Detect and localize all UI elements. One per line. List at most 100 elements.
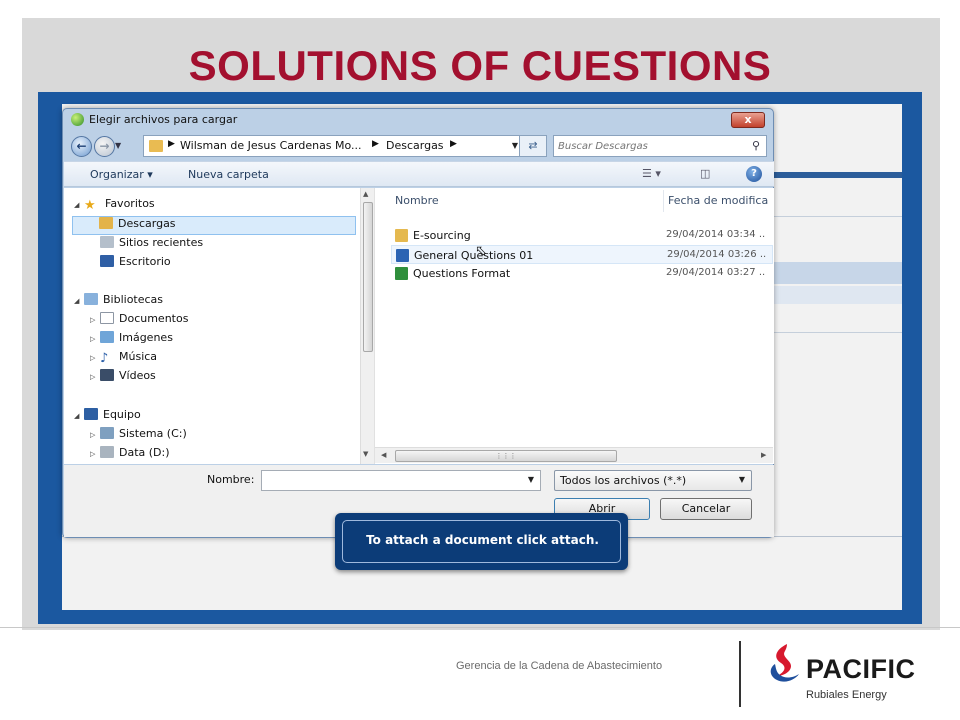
nav-label: Música	[119, 350, 158, 363]
help-icon[interactable]: ?	[746, 166, 762, 182]
callout-border: To attach a document click attach.	[342, 520, 621, 563]
address-dropdown-icon[interactable]: ▼	[512, 141, 518, 150]
expand-triangle-icon[interactable]: ▷	[90, 431, 100, 439]
data-drive-icon	[100, 446, 114, 458]
address-row: ← → ▼ ▶ Wilsman de Jesus Cardenas Mo... …	[63, 133, 773, 159]
scroll-left-icon[interactable]: ◀	[381, 451, 386, 459]
pacific-logo-icon	[770, 644, 799, 682]
address-bar[interactable]: ▶ Wilsman de Jesus Cardenas Mo... ▶ Desc…	[143, 135, 541, 157]
nav-favorites[interactable]: ◢ ★ Favoritos	[74, 197, 155, 216]
dialog-toolbar: Organizar ▾ Nueva carpeta ☰ ▾ ◫ ?	[64, 161, 774, 187]
scroll-down-icon[interactable]: ▼	[363, 450, 368, 458]
expand-triangle-icon[interactable]: ▷	[90, 316, 100, 324]
scroll-up-icon[interactable]: ▲	[363, 190, 368, 198]
file-open-dialog: Elegir archivos para cargar x ← → ▼ ▶ Wi…	[62, 108, 774, 538]
nav-computer[interactable]: ◢ Equipo	[74, 408, 141, 427]
organize-menu[interactable]: Organizar ▾	[90, 168, 153, 181]
nav-desktop[interactable]: Escritorio	[100, 255, 171, 274]
filename-input[interactable]	[262, 472, 512, 491]
collapse-triangle-icon[interactable]: ◢	[74, 201, 84, 209]
expand-triangle-icon[interactable]: ▷	[90, 450, 100, 458]
back-button[interactable]: ←	[71, 136, 92, 157]
recent-locations-dropdown-icon[interactable]: ▼	[115, 141, 121, 150]
callout-text: To attach a document click attach.	[366, 533, 599, 547]
nav-libraries[interactable]: ◢ Bibliotecas	[74, 293, 163, 312]
libraries-icon	[84, 293, 98, 305]
expand-triangle-icon[interactable]: ▷	[90, 354, 100, 362]
excel-document-icon	[395, 267, 408, 280]
folder-icon	[149, 140, 163, 152]
file-type-value: Todos los archivos (*.*)	[560, 474, 687, 487]
scroll-right-icon[interactable]: ▶	[761, 451, 766, 459]
collapse-triangle-icon[interactable]: ◢	[74, 297, 84, 305]
breadcrumb-separator-icon[interactable]: ▶	[450, 139, 457, 149]
nav-recent-places[interactable]: Sitios recientes	[100, 236, 203, 255]
file-row[interactable]: E-sourcing 29/04/2014 03:34 ..	[391, 226, 773, 245]
file-row[interactable]: General Questions 01 29/04/2014 03:26 ..	[391, 245, 773, 264]
scrollbar-thumb[interactable]	[363, 202, 373, 352]
nav-label: Vídeos	[119, 369, 156, 382]
file-type-select[interactable]: Todos los archivos (*.*) ▼	[554, 470, 752, 491]
star-icon: ★	[84, 198, 96, 213]
nav-label: Sistema (C:)	[119, 427, 187, 440]
column-divider[interactable]	[663, 190, 664, 212]
column-header-date[interactable]: Fecha de modifica	[668, 194, 768, 207]
file-name: Questions Format	[413, 267, 511, 280]
nav-data-drive[interactable]: ▷ Data (D:)	[90, 446, 170, 465]
new-folder-button[interactable]: Nueva carpeta	[188, 168, 269, 181]
computer-icon	[84, 408, 98, 420]
mouse-cursor-icon: ⬁	[475, 243, 487, 259]
nav-label: Escritorio	[119, 255, 171, 268]
file-list-horizontal-scrollbar[interactable]: ◀ ⋮⋮⋮ ▶	[375, 447, 773, 463]
file-date: 29/04/2014 03:27 ..	[666, 267, 766, 278]
nav-images[interactable]: ▷ Imágenes	[90, 331, 173, 350]
nav-videos[interactable]: ▷ Vídeos	[90, 369, 156, 388]
preview-pane-icon[interactable]: ◫	[700, 167, 710, 180]
nav-music[interactable]: ▷ ♪ Música	[90, 350, 157, 369]
navigation-pane: ◢ ★ Favoritos Descargas Sitios recientes E…	[64, 188, 374, 465]
nav-label: Sitios recientes	[119, 236, 204, 249]
expand-triangle-icon[interactable]: ▷	[90, 335, 100, 343]
cancel-button[interactable]: Cancelar	[660, 498, 752, 520]
collapse-triangle-icon[interactable]: ◢	[74, 412, 84, 420]
column-header-name[interactable]: Nombre	[395, 194, 439, 207]
logo-name: PACIFIC	[806, 654, 916, 684]
nav-label: Documentos	[119, 312, 189, 325]
breadcrumb-downloads[interactable]: Descargas	[386, 139, 444, 152]
file-row[interactable]: Questions Format 29/04/2014 03:27 ..	[391, 264, 773, 283]
forward-button[interactable]: →	[94, 136, 115, 157]
file-date: 29/04/2014 03:34 ..	[666, 229, 766, 240]
browser-globe-icon	[71, 113, 84, 126]
dialog-titlebar: Elegir archivos para cargar x	[63, 109, 773, 131]
images-icon	[100, 331, 114, 343]
breadcrumb-user[interactable]: Wilsman de Jesus Cardenas Mo...	[180, 139, 362, 152]
documents-icon	[100, 312, 114, 324]
filename-field[interactable]: ▼	[261, 470, 541, 491]
view-options-icon[interactable]: ☰ ▾	[642, 167, 661, 180]
expand-triangle-icon[interactable]: ▷	[90, 373, 100, 381]
recent-places-icon	[100, 236, 114, 248]
chevron-down-icon: ▼	[738, 475, 745, 484]
breadcrumb-separator-icon[interactable]: ▶	[372, 139, 379, 149]
word-document-icon	[396, 249, 409, 262]
nav-scrollbar[interactable]: ▲ ▼	[360, 188, 374, 464]
filename-dropdown-icon[interactable]: ▼	[528, 475, 534, 484]
search-box[interactable]: ⚲	[553, 135, 767, 157]
nav-system-drive[interactable]: ▷ Sistema (C:)	[90, 427, 187, 446]
search-input[interactable]	[558, 138, 738, 154]
nav-label: Data (D:)	[119, 446, 170, 459]
nav-documents[interactable]: ▷ Documentos	[90, 312, 188, 331]
scrollbar-thumb[interactable]: ⋮⋮⋮	[395, 450, 617, 462]
nav-label: Descargas	[118, 217, 176, 230]
breadcrumb-separator-icon[interactable]: ▶	[168, 139, 175, 149]
footer-divider	[0, 627, 960, 628]
nav-label: Equipo	[103, 408, 141, 421]
close-button[interactable]: x	[731, 112, 765, 128]
filename-label: Nombre:	[207, 473, 255, 486]
forward-arrow-icon: →	[99, 139, 110, 153]
nav-downloads[interactable]: Descargas	[72, 216, 356, 235]
file-name: General Questions 01	[414, 249, 534, 262]
refresh-button[interactable]: ⇄	[519, 135, 547, 157]
slide-title: SOLUTIONS OF CUESTIONS	[188, 42, 772, 89]
file-name: E-sourcing	[413, 229, 471, 242]
